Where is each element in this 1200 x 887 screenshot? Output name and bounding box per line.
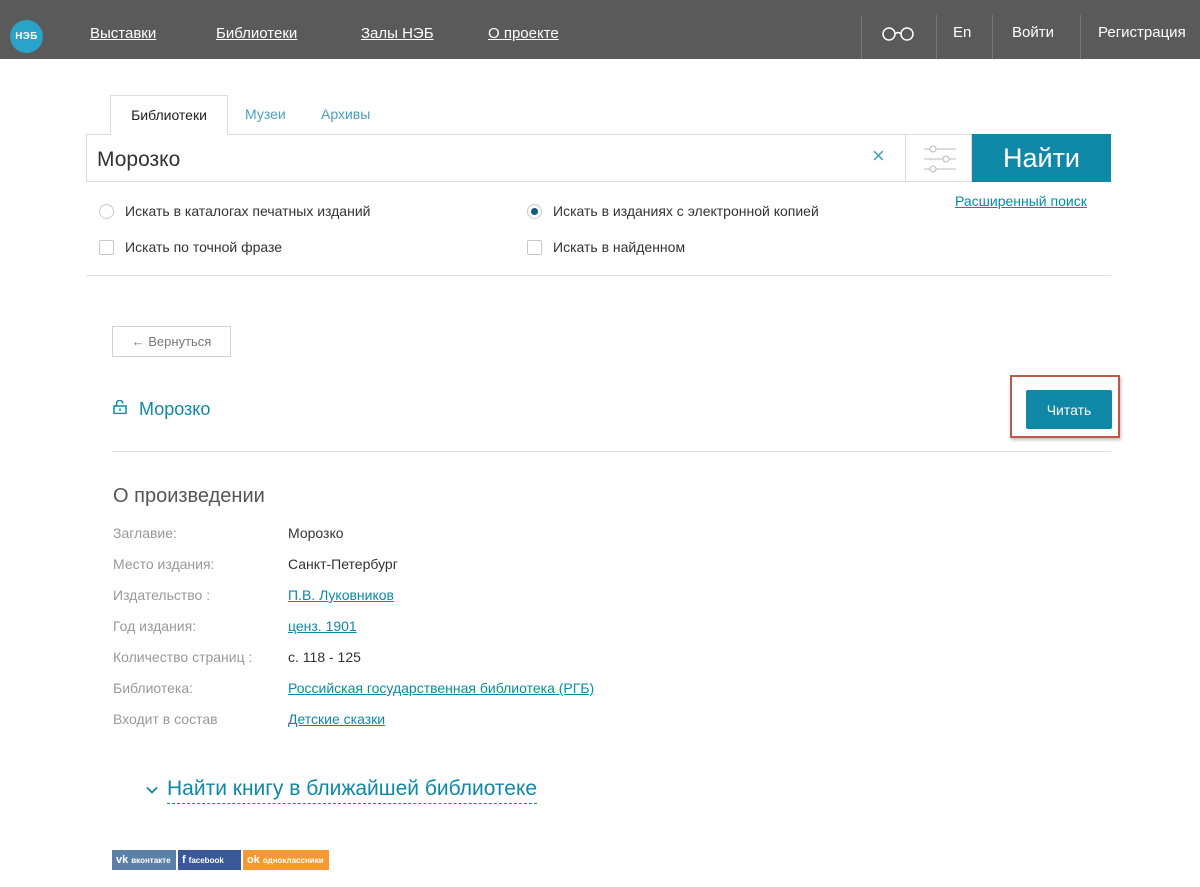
option-label: Искать в каталогах печатных изданий [125, 203, 371, 219]
back-button[interactable]: ← Вернуться [112, 326, 231, 357]
read-button[interactable]: Читать [1026, 390, 1112, 429]
field-value-collection-link[interactable]: Детские сказки [288, 711, 385, 727]
field-label-place: Место издания: [113, 556, 215, 572]
share-odnoklassniki-button[interactable]: ok одноклассники [243, 850, 329, 870]
field-value-year-link[interactable]: ценз. 1901 [288, 618, 357, 634]
share-facebook-button[interactable]: f facebook [178, 850, 241, 870]
neb-logo[interactable]: НЭБ [10, 20, 43, 53]
field-value-pages: с. 118 - 125 [288, 649, 361, 665]
search-submit-button[interactable]: Найти [972, 134, 1111, 182]
field-label-year: Год издания: [113, 618, 197, 634]
top-navigation-bar: НЭБ Выставки Библиотеки Залы НЭБ О проек… [0, 0, 1200, 59]
filter-settings-button[interactable] [905, 134, 972, 182]
tab-museums[interactable]: Музеи [245, 106, 286, 122]
sliders-icon [924, 145, 956, 173]
share-vk-label: вконтакте [131, 855, 171, 865]
divider [112, 451, 1111, 452]
field-value-place: Санкт-Петербург [288, 556, 398, 572]
share-facebook-label: facebook [188, 855, 224, 865]
find-in-nearest-library-link[interactable]: Найти книгу в ближайшей библиотеке [167, 776, 538, 804]
field-value-publisher-link[interactable]: П.В. Луковников [288, 587, 394, 603]
nav-divider [1080, 15, 1081, 59]
advanced-search-link[interactable]: Расширенный поиск [955, 193, 1087, 209]
share-odnoklassniki-label: одноклассники [262, 855, 324, 865]
login-link[interactable]: Войти [1012, 24, 1054, 41]
field-label-library: Библиотека: [113, 680, 194, 696]
search-query-text: Морозко [97, 148, 181, 171]
search-input[interactable]: Морозко × [86, 134, 906, 182]
nav-divider [861, 15, 862, 59]
nav-link-about[interactable]: О проекте [488, 25, 559, 42]
radio-electronic-copy[interactable] [527, 203, 542, 219]
field-value-library-link[interactable]: Российская государственная библиотека (Р… [288, 680, 594, 696]
field-label-pages: Количество страниц : [113, 649, 253, 665]
field-label-publisher: Издательство : [113, 587, 211, 603]
option-exact-phrase[interactable]: Искать по точной фразе [99, 239, 282, 255]
odnoklassniki-icon: ok [247, 854, 260, 866]
share-vk-button[interactable]: vk вконтакте [112, 850, 176, 870]
checkbox-in-found[interactable] [527, 239, 542, 255]
tab-libraries[interactable]: Библиотеки [110, 95, 228, 135]
option-printed-catalogs[interactable]: Искать в каталогах печатных изданий [99, 203, 370, 219]
nav-link-reading-halls[interactable]: Залы НЭБ [361, 25, 434, 42]
language-switch[interactable]: En [953, 24, 971, 41]
nav-divider [936, 15, 937, 59]
option-label: Искать по точной фразе [125, 239, 283, 255]
checkbox-exact-phrase[interactable] [99, 239, 114, 255]
option-in-found[interactable]: Искать в найденном [527, 239, 685, 255]
nav-link-libraries[interactable]: Библиотеки [216, 25, 297, 42]
glasses-icon[interactable] [880, 25, 916, 43]
nav-divider [992, 15, 993, 59]
option-label: Искать в найденном [553, 239, 686, 255]
divider [86, 275, 1111, 276]
facebook-icon: f [182, 854, 186, 866]
field-value-title: Морозко [288, 525, 344, 541]
register-link[interactable]: Регистрация [1098, 24, 1186, 41]
about-work-heading: О произведении [113, 485, 265, 507]
option-label: Искать в изданиях с электронной копией [553, 203, 819, 219]
option-electronic-copy[interactable]: Искать в изданиях с электронной копией [527, 203, 819, 219]
field-label-collection: Входит в состав [113, 711, 218, 727]
unlock-icon [113, 400, 127, 414]
nav-link-exhibitions[interactable]: Выставки [90, 25, 156, 42]
tab-archives[interactable]: Архивы [321, 106, 370, 122]
field-label-title: Заглавие: [113, 525, 177, 541]
work-title[interactable]: Морозко [139, 399, 210, 420]
vk-icon: vk [116, 854, 129, 866]
clear-icon[interactable]: × [872, 145, 885, 167]
radio-printed-catalogs[interactable] [99, 203, 114, 219]
chevron-down-icon[interactable] [146, 786, 158, 794]
